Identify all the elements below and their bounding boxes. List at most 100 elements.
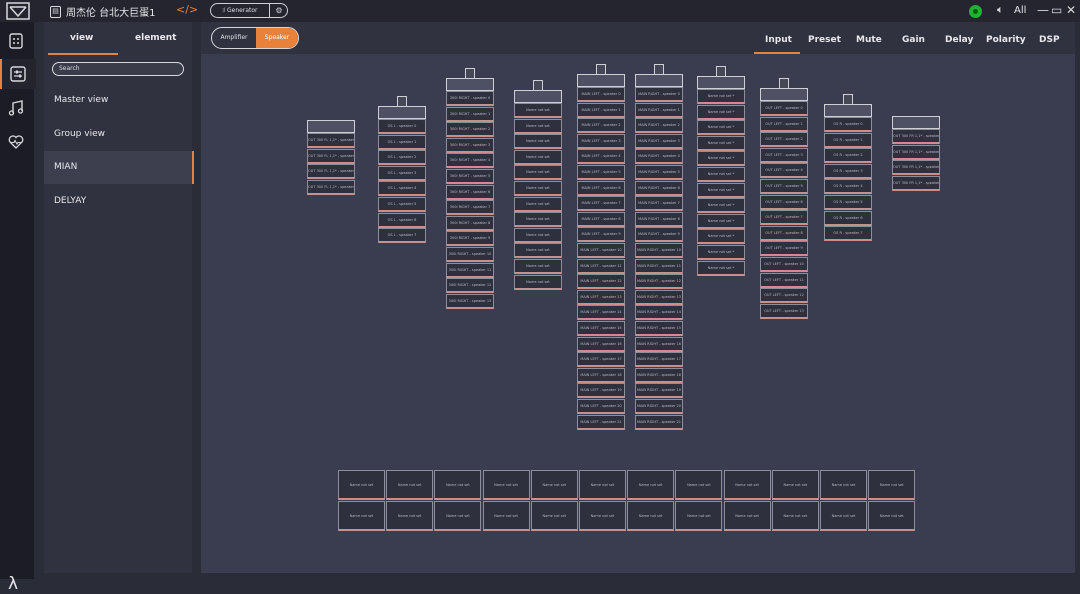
sidebar-item-delyay[interactable]: DELYAY [44, 185, 192, 218]
rail-mixer[interactable] [0, 59, 36, 89]
floor-speaker-cabinet[interactable]: Name not set [723, 470, 771, 500]
floor-speaker-cabinet[interactable]: Name not set [771, 501, 819, 532]
speaker-cabinet[interactable]: MAIN LEFT - speaker 4 [577, 149, 625, 165]
lambda-icon[interactable]: λ [8, 574, 18, 594]
speaker-cabinet[interactable]: MAIN RIGHT - speaker 16 [635, 336, 683, 352]
speaker-cabinet[interactable]: 300I RIGHT - speaker 4 [446, 153, 494, 169]
speaker-cabinet[interactable]: MAIN LEFT - speaker 1 [577, 102, 625, 118]
speaker-cabinet[interactable]: OUT LEFT - speaker 8 [760, 225, 808, 241]
speaker-cabinet[interactable]: OS R - speaker 0 [824, 117, 872, 132]
speaker-cabinet[interactable]: 300I RIGHT - speaker 5 [446, 169, 494, 184]
speaker-cabinet[interactable]: Name not set * [697, 151, 745, 167]
speaker-cabinet[interactable]: 300I RIGHT - speaker 9 [446, 231, 494, 247]
toggle-amplifier[interactable]: Amplifier [212, 28, 256, 48]
floor-speaker-cabinet[interactable]: Name not set [434, 501, 482, 532]
array-frame[interactable] [307, 120, 355, 133]
speaker-cabinet[interactable]: MAIN RIGHT - speaker 3 [635, 133, 683, 149]
speaker-cabinet[interactable]: OS R - speaker 3 [824, 163, 872, 179]
speaker-cabinet[interactable]: MAIN RIGHT - speaker 13 [635, 289, 683, 305]
speaker-cabinet[interactable]: Name not set [514, 227, 562, 243]
speaker-cabinet[interactable]: Name not set * [697, 260, 745, 276]
speaker-cabinet[interactable]: 300I RIGHT - speaker 8 [446, 215, 494, 231]
speaker-cabinet[interactable]: OUT 300 FR 1,1* - speaker [892, 144, 940, 160]
sync-arrows-icon[interactable]: </> [176, 3, 198, 16]
speaker-cabinet[interactable]: MAIN LEFT - speaker 8 [577, 211, 625, 227]
speaker-cabinet[interactable]: Name not set * [697, 213, 745, 229]
speaker-cabinet[interactable]: Name not set [514, 274, 562, 290]
speaker-cabinet[interactable]: MAIN RIGHT - speaker 17 [635, 352, 683, 368]
generator-settings-icon[interactable]: ⚙ [271, 4, 287, 17]
speaker-cabinet[interactable]: MAIN RIGHT - speaker 2 [635, 118, 683, 134]
tab-dsp[interactable]: DSP [1039, 35, 1060, 45]
floor-speaker-cabinet[interactable]: Name not set [868, 470, 916, 500]
speaker-cabinet[interactable]: OS L - speaker 0 [378, 119, 426, 134]
speaker-cabinet[interactable]: MAIN LEFT - speaker 5 [577, 165, 625, 180]
speaker-cabinet[interactable]: MAIN LEFT - speaker 2 [577, 118, 625, 134]
speaker-cabinet[interactable]: OUT LEFT - speaker 10 [760, 257, 808, 272]
close-icon[interactable]: ✕ [1066, 3, 1076, 17]
speaker-cabinet[interactable]: OS L - speaker 2 [378, 150, 426, 166]
tab-delay[interactable]: Delay [945, 35, 973, 45]
speaker-cabinet[interactable]: OUT LEFT - speaker 1 [760, 116, 808, 132]
floor-speaker-cabinet[interactable]: Name not set [579, 470, 626, 500]
speaker-cabinet[interactable]: OS L - speaker 4 [378, 181, 426, 197]
speaker-cabinet[interactable]: OUT 300 FR 1,1* - speaker [892, 175, 940, 191]
speaker-cabinet[interactable]: OUT 300 FL 1,1* - speaker [307, 179, 355, 195]
tab-preset[interactable]: Preset [808, 35, 841, 45]
speaker-cabinet[interactable]: MAIN RIGHT - speaker 7 [635, 196, 683, 212]
speaker-cabinet[interactable]: MAIN LEFT - speaker 11 [577, 258, 625, 274]
floor-speaker-cabinet[interactable]: Name not set [627, 501, 675, 532]
speaker-cabinet[interactable]: MAIN LEFT - speaker 6 [577, 180, 625, 196]
speaker-cabinet[interactable]: Name not set [514, 103, 562, 118]
speaker-cabinet[interactable]: OUT 300 FL 1,1* - speaker [307, 133, 355, 148]
speaker-cabinet[interactable]: OS R - speaker 1 [824, 132, 872, 148]
speaker-cabinet[interactable]: OUT LEFT - speaker 9 [760, 241, 808, 257]
floor-speaker-cabinet[interactable]: Name not set [530, 501, 578, 532]
speaker-cabinet[interactable]: MAIN RIGHT - speaker 21 [635, 414, 683, 430]
rail-health[interactable] [0, 127, 34, 157]
speaker-cabinet[interactable]: Name not set * [697, 198, 745, 214]
speaker-cabinet[interactable]: MAIN LEFT - speaker 14 [577, 305, 625, 321]
speaker-cabinet[interactable]: OUT LEFT - speaker 12 [760, 288, 808, 304]
rail-music[interactable] [0, 93, 34, 123]
array-frame[interactable] [697, 76, 745, 89]
generator-button[interactable]: ⦙⦚ Generator [211, 4, 270, 17]
array-frame[interactable] [446, 78, 494, 91]
speaker-cabinet[interactable]: Name not set * [697, 182, 745, 198]
array-frame[interactable] [577, 74, 625, 87]
floor-speaker-cabinet[interactable]: Name not set [386, 470, 434, 500]
speaker-cabinet[interactable]: Name not set * [697, 89, 745, 104]
save-icon[interactable]: ▤ [50, 6, 61, 18]
floor-speaker-cabinet[interactable]: Name not set [482, 470, 530, 500]
speaker-cabinet[interactable]: 300I RIGHT - speaker 13 [446, 293, 494, 309]
speaker-cabinet[interactable]: 300I RIGHT - speaker 12 [446, 278, 494, 294]
floor-speaker-cabinet[interactable]: Name not set [482, 501, 530, 532]
floor-speaker-cabinet[interactable]: Name not set [338, 470, 385, 500]
floor-speaker-cabinet[interactable]: Name not set [434, 470, 482, 500]
speaker-cabinet[interactable]: Name not set [514, 196, 562, 212]
rail-devices[interactable] [0, 26, 34, 56]
speaker-cabinet[interactable]: MAIN RIGHT - speaker 20 [635, 399, 683, 414]
speaker-cabinet[interactable]: 300I RIGHT - speaker 2 [446, 122, 494, 138]
floor-speaker-cabinet[interactable]: Name not set [820, 501, 867, 532]
speaker-cabinet[interactable]: 300I RIGHT - speaker 11 [446, 262, 494, 278]
speaker-cabinet[interactable]: MAIN LEFT - speaker 0 [577, 87, 625, 102]
speaker-cabinet[interactable]: Name not set * [697, 104, 745, 120]
speaker-cabinet[interactable]: OS L - speaker 5 [378, 197, 426, 212]
speaker-cabinet[interactable]: MAIN RIGHT - speaker 14 [635, 305, 683, 321]
speaker-cabinet[interactable]: MAIN RIGHT - speaker 18 [635, 367, 683, 383]
speaker-cabinet[interactable]: MAIN RIGHT - speaker 12 [635, 274, 683, 290]
minimize-icon[interactable]: — [1037, 3, 1049, 17]
floor-speaker-cabinet[interactable]: Name not set [530, 470, 578, 500]
speaker-cabinet[interactable]: MAIN LEFT - speaker 21 [577, 414, 625, 430]
floor-speaker-cabinet[interactable]: Name not set [338, 501, 385, 532]
speaker-cabinet[interactable]: OS R - speaker 5 [824, 195, 872, 210]
floor-speaker-cabinet[interactable]: Name not set [723, 501, 771, 532]
speaker-cabinet[interactable]: Name not set * [697, 245, 745, 260]
speaker-volume-icon[interactable]: 🔈︎ [997, 3, 1004, 17]
speaker-cabinet[interactable]: 300I RIGHT - speaker 3 [446, 137, 494, 153]
toggle-speaker[interactable]: Speaker [256, 28, 298, 48]
tab-element[interactable]: element [135, 33, 176, 43]
speaker-cabinet[interactable]: Name not set * [697, 167, 745, 182]
speaker-cabinet[interactable]: OS L - speaker 1 [378, 134, 426, 150]
